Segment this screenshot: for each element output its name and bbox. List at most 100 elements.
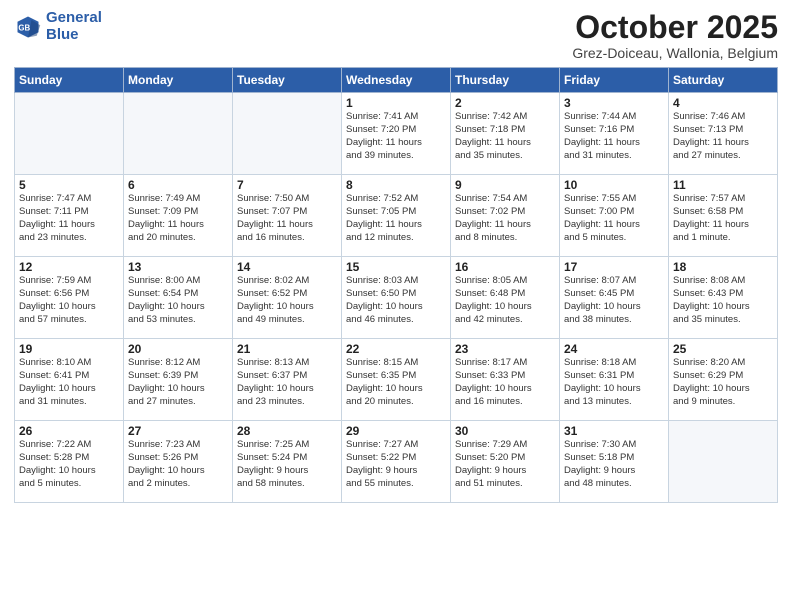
calendar-week-2: 12Sunrise: 7:59 AM Sunset: 6:56 PM Dayli…: [15, 257, 778, 339]
table-row: 26Sunrise: 7:22 AM Sunset: 5:28 PM Dayli…: [15, 421, 124, 503]
day-number: 5: [19, 178, 119, 192]
day-info: Sunrise: 7:22 AM Sunset: 5:28 PM Dayligh…: [19, 439, 119, 490]
table-row: 1Sunrise: 7:41 AM Sunset: 7:20 PM Daylig…: [342, 93, 451, 175]
title-area: October 2025 Grez-Doiceau, Wallonia, Bel…: [572, 10, 778, 61]
day-info: Sunrise: 8:17 AM Sunset: 6:33 PM Dayligh…: [455, 357, 555, 408]
day-number: 1: [346, 96, 446, 110]
table-row: 10Sunrise: 7:55 AM Sunset: 7:00 PM Dayli…: [560, 175, 669, 257]
day-number: 28: [237, 424, 337, 438]
table-row: 11Sunrise: 7:57 AM Sunset: 6:58 PM Dayli…: [669, 175, 778, 257]
calendar-week-4: 26Sunrise: 7:22 AM Sunset: 5:28 PM Dayli…: [15, 421, 778, 503]
day-number: 27: [128, 424, 228, 438]
day-number: 15: [346, 260, 446, 274]
day-number: 21: [237, 342, 337, 356]
table-row: 21Sunrise: 8:13 AM Sunset: 6:37 PM Dayli…: [233, 339, 342, 421]
day-number: 17: [564, 260, 664, 274]
table-row: [669, 421, 778, 503]
logo-line1: General: [46, 10, 102, 27]
day-info: Sunrise: 7:59 AM Sunset: 6:56 PM Dayligh…: [19, 275, 119, 326]
calendar-week-3: 19Sunrise: 8:10 AM Sunset: 6:41 PM Dayli…: [15, 339, 778, 421]
table-row: 22Sunrise: 8:15 AM Sunset: 6:35 PM Dayli…: [342, 339, 451, 421]
day-number: 7: [237, 178, 337, 192]
table-row: 19Sunrise: 8:10 AM Sunset: 6:41 PM Dayli…: [15, 339, 124, 421]
day-info: Sunrise: 7:52 AM Sunset: 7:05 PM Dayligh…: [346, 193, 446, 244]
day-number: 25: [673, 342, 773, 356]
day-number: 12: [19, 260, 119, 274]
logo-line2: Blue: [46, 27, 102, 44]
day-number: 22: [346, 342, 446, 356]
calendar-week-0: 1Sunrise: 7:41 AM Sunset: 7:20 PM Daylig…: [15, 93, 778, 175]
day-info: Sunrise: 8:13 AM Sunset: 6:37 PM Dayligh…: [237, 357, 337, 408]
table-row: 18Sunrise: 8:08 AM Sunset: 6:43 PM Dayli…: [669, 257, 778, 339]
table-row: 9Sunrise: 7:54 AM Sunset: 7:02 PM Daylig…: [451, 175, 560, 257]
day-info: Sunrise: 8:15 AM Sunset: 6:35 PM Dayligh…: [346, 357, 446, 408]
table-row: 12Sunrise: 7:59 AM Sunset: 6:56 PM Dayli…: [15, 257, 124, 339]
table-row: 3Sunrise: 7:44 AM Sunset: 7:16 PM Daylig…: [560, 93, 669, 175]
day-info: Sunrise: 8:07 AM Sunset: 6:45 PM Dayligh…: [564, 275, 664, 326]
table-row: 4Sunrise: 7:46 AM Sunset: 7:13 PM Daylig…: [669, 93, 778, 175]
day-number: 3: [564, 96, 664, 110]
day-info: Sunrise: 8:10 AM Sunset: 6:41 PM Dayligh…: [19, 357, 119, 408]
table-row: 2Sunrise: 7:42 AM Sunset: 7:18 PM Daylig…: [451, 93, 560, 175]
col-wednesday: Wednesday: [342, 68, 451, 93]
day-number: 2: [455, 96, 555, 110]
table-row: 7Sunrise: 7:50 AM Sunset: 7:07 PM Daylig…: [233, 175, 342, 257]
table-row: 13Sunrise: 8:00 AM Sunset: 6:54 PM Dayli…: [124, 257, 233, 339]
logo-text: General Blue: [46, 10, 102, 43]
table-row: 27Sunrise: 7:23 AM Sunset: 5:26 PM Dayli…: [124, 421, 233, 503]
day-number: 23: [455, 342, 555, 356]
location-subtitle: Grez-Doiceau, Wallonia, Belgium: [572, 45, 778, 61]
day-number: 6: [128, 178, 228, 192]
day-info: Sunrise: 7:44 AM Sunset: 7:16 PM Dayligh…: [564, 111, 664, 162]
table-row: [233, 93, 342, 175]
day-info: Sunrise: 7:47 AM Sunset: 7:11 PM Dayligh…: [19, 193, 119, 244]
day-info: Sunrise: 7:55 AM Sunset: 7:00 PM Dayligh…: [564, 193, 664, 244]
day-info: Sunrise: 7:23 AM Sunset: 5:26 PM Dayligh…: [128, 439, 228, 490]
col-saturday: Saturday: [669, 68, 778, 93]
col-sunday: Sunday: [15, 68, 124, 93]
day-info: Sunrise: 8:20 AM Sunset: 6:29 PM Dayligh…: [673, 357, 773, 408]
calendar-table: Sunday Monday Tuesday Wednesday Thursday…: [14, 67, 778, 503]
day-number: 11: [673, 178, 773, 192]
day-info: Sunrise: 8:00 AM Sunset: 6:54 PM Dayligh…: [128, 275, 228, 326]
day-number: 8: [346, 178, 446, 192]
page-container: GB General Blue October 2025 Grez-Doicea…: [0, 0, 792, 511]
col-monday: Monday: [124, 68, 233, 93]
day-info: Sunrise: 7:57 AM Sunset: 6:58 PM Dayligh…: [673, 193, 773, 244]
header: GB General Blue October 2025 Grez-Doicea…: [14, 10, 778, 61]
day-info: Sunrise: 7:41 AM Sunset: 7:20 PM Dayligh…: [346, 111, 446, 162]
day-number: 31: [564, 424, 664, 438]
day-number: 19: [19, 342, 119, 356]
table-row: 20Sunrise: 8:12 AM Sunset: 6:39 PM Dayli…: [124, 339, 233, 421]
day-number: 10: [564, 178, 664, 192]
day-number: 24: [564, 342, 664, 356]
table-row: 28Sunrise: 7:25 AM Sunset: 5:24 PM Dayli…: [233, 421, 342, 503]
day-info: Sunrise: 8:03 AM Sunset: 6:50 PM Dayligh…: [346, 275, 446, 326]
col-tuesday: Tuesday: [233, 68, 342, 93]
table-row: 6Sunrise: 7:49 AM Sunset: 7:09 PM Daylig…: [124, 175, 233, 257]
day-info: Sunrise: 7:27 AM Sunset: 5:22 PM Dayligh…: [346, 439, 446, 490]
day-info: Sunrise: 7:29 AM Sunset: 5:20 PM Dayligh…: [455, 439, 555, 490]
table-row: 30Sunrise: 7:29 AM Sunset: 5:20 PM Dayli…: [451, 421, 560, 503]
day-number: 26: [19, 424, 119, 438]
day-info: Sunrise: 7:46 AM Sunset: 7:13 PM Dayligh…: [673, 111, 773, 162]
calendar-week-1: 5Sunrise: 7:47 AM Sunset: 7:11 PM Daylig…: [15, 175, 778, 257]
day-info: Sunrise: 8:02 AM Sunset: 6:52 PM Dayligh…: [237, 275, 337, 326]
table-row: 23Sunrise: 8:17 AM Sunset: 6:33 PM Dayli…: [451, 339, 560, 421]
day-info: Sunrise: 7:42 AM Sunset: 7:18 PM Dayligh…: [455, 111, 555, 162]
col-thursday: Thursday: [451, 68, 560, 93]
table-row: 15Sunrise: 8:03 AM Sunset: 6:50 PM Dayli…: [342, 257, 451, 339]
day-info: Sunrise: 7:30 AM Sunset: 5:18 PM Dayligh…: [564, 439, 664, 490]
table-row: 24Sunrise: 8:18 AM Sunset: 6:31 PM Dayli…: [560, 339, 669, 421]
calendar-header-row: Sunday Monday Tuesday Wednesday Thursday…: [15, 68, 778, 93]
day-info: Sunrise: 7:50 AM Sunset: 7:07 PM Dayligh…: [237, 193, 337, 244]
logo: GB General Blue: [14, 10, 102, 43]
month-title: October 2025: [572, 10, 778, 45]
day-number: 18: [673, 260, 773, 274]
table-row: 25Sunrise: 8:20 AM Sunset: 6:29 PM Dayli…: [669, 339, 778, 421]
day-number: 14: [237, 260, 337, 274]
day-info: Sunrise: 8:18 AM Sunset: 6:31 PM Dayligh…: [564, 357, 664, 408]
table-row: 16Sunrise: 8:05 AM Sunset: 6:48 PM Dayli…: [451, 257, 560, 339]
day-number: 29: [346, 424, 446, 438]
table-row: [15, 93, 124, 175]
